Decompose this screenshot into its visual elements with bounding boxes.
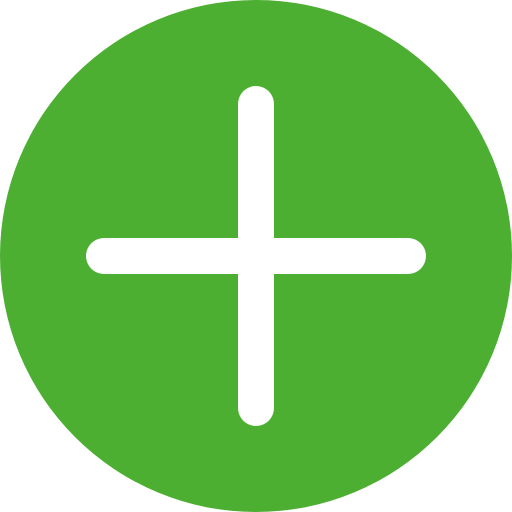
plus-circle-icon: [0, 0, 512, 512]
add-button[interactable]: [0, 0, 512, 512]
plus-horizontal-bar: [86, 238, 426, 274]
